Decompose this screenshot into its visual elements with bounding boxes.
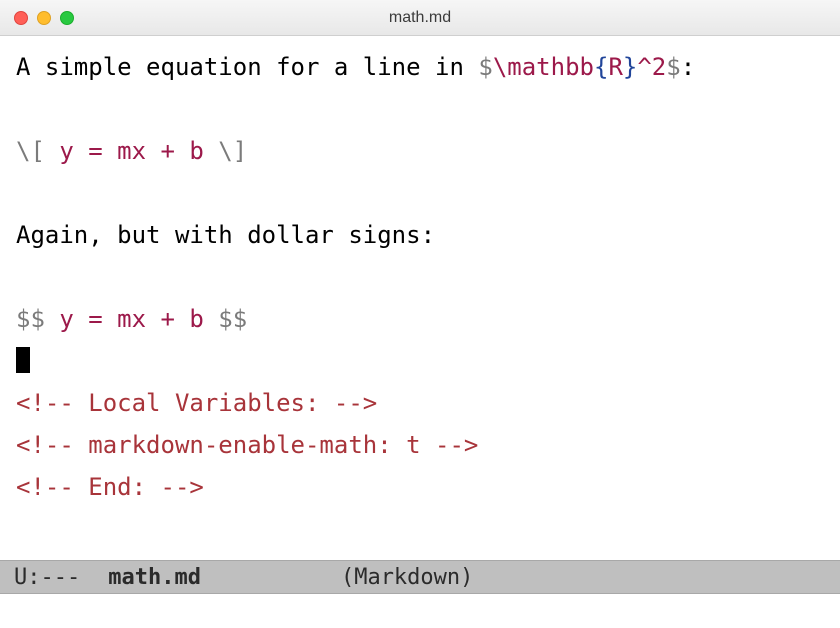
math-brace: { — [594, 53, 608, 81]
modeline-status: U:--- — [14, 565, 80, 590]
math-delim: \[ — [16, 137, 45, 165]
modeline: U:--- math.md (Markdown) — [0, 560, 840, 594]
modeline-mode: (Markdown) — [341, 565, 473, 590]
math-content: R — [608, 53, 622, 81]
math-content: ^2 — [637, 53, 666, 81]
modeline-buffer: math.md — [108, 565, 201, 590]
text: : — [681, 53, 695, 81]
math-content: \mathbb — [493, 53, 594, 81]
window-title: math.md — [0, 9, 840, 27]
titlebar: math.md — [0, 0, 840, 36]
math-content: y = mx + b — [45, 305, 218, 333]
math-delim: $ — [478, 53, 492, 81]
cursor — [16, 347, 30, 373]
math-delim: \] — [218, 137, 247, 165]
text: A simple equation for a line in — [16, 53, 478, 81]
traffic-lights — [0, 11, 74, 25]
math-delim: $ — [666, 53, 680, 81]
comment: <!-- markdown-enable-math: t --> — [16, 431, 478, 459]
comment: <!-- Local Variables: --> — [16, 389, 377, 417]
math-brace: } — [623, 53, 637, 81]
editor-area[interactable]: A simple equation for a line in $\mathbb… — [0, 36, 840, 560]
math-delim: $$ — [16, 305, 45, 333]
minibuffer[interactable] — [0, 594, 840, 628]
text: Again, but with dollar signs: — [16, 221, 435, 249]
zoom-icon[interactable] — [60, 11, 74, 25]
math-delim: $$ — [218, 305, 247, 333]
comment: <!-- End: --> — [16, 473, 204, 501]
minimize-icon[interactable] — [37, 11, 51, 25]
close-icon[interactable] — [14, 11, 28, 25]
math-content: y = mx + b — [45, 137, 218, 165]
